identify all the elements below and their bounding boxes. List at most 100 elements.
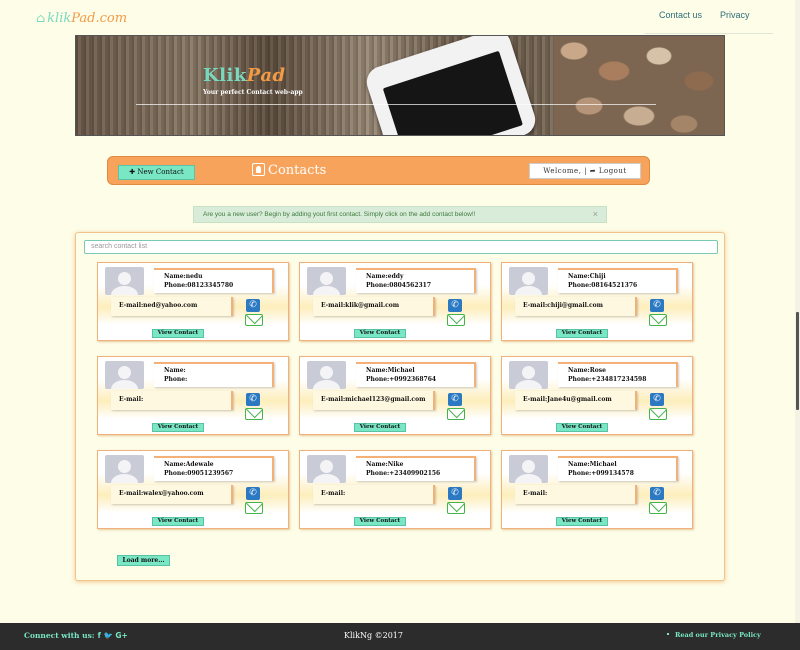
brand-text-b: Pad.com	[71, 11, 128, 26]
phone-icon[interactable]: ✆	[650, 487, 664, 500]
avatar	[307, 267, 346, 295]
contacts-panel: search contact list Name:nedu Phone:08123…	[75, 232, 725, 581]
contact-email: E-mail:chiji@gmail.com	[515, 297, 637, 316]
contact-card: Name: Phone: E-mail: ✆ View Contact	[97, 356, 289, 435]
contact-email: E-mail:Jane4u@gmail.com	[515, 391, 637, 410]
mail-icon[interactable]	[447, 314, 465, 326]
contact-email: E-mail:klik@gmail.com	[313, 297, 435, 316]
contact-phone: Phone:+099134578	[568, 470, 634, 477]
contact-email: E-mail:	[111, 391, 233, 410]
view-contact-button[interactable]: View Contact	[354, 329, 406, 338]
mail-icon[interactable]	[447, 502, 465, 514]
avatar	[307, 361, 346, 389]
search-input[interactable]: search contact list	[84, 240, 718, 254]
contact-phone: Phone:+234817234598	[568, 376, 647, 383]
brand-text-a: klik	[47, 11, 72, 26]
bullet-icon	[667, 633, 669, 635]
contact-book-icon	[252, 163, 265, 176]
contact-info: Name:Adewale Phone:09051239567	[154, 456, 274, 481]
view-contact-button[interactable]: View Contact	[152, 517, 204, 526]
scrollbar-thumb[interactable]	[796, 312, 799, 410]
contact-card: Name:Rose Phone:+234817234598 E-mail:Jane4…	[501, 356, 693, 435]
phone-icon[interactable]: ✆	[448, 393, 462, 406]
view-contact-button[interactable]: View Contact	[556, 329, 608, 338]
contact-email: E-mail:michael123@gmail.com	[313, 391, 435, 410]
avatar	[105, 361, 144, 389]
pebbles-background	[554, 36, 724, 135]
contact-info: Name:Rose Phone:+234817234598	[558, 362, 678, 387]
contact-name: Name:eddy	[366, 273, 404, 280]
avatar	[509, 455, 548, 483]
contact-name: Name:Michael	[366, 367, 415, 374]
new-user-alert: Are you a new user? Begin by adding yout…	[193, 206, 607, 223]
privacy-policy-link[interactable]: Read our Privacy Policy	[667, 631, 761, 639]
mail-icon[interactable]	[649, 314, 667, 326]
avatar	[307, 455, 346, 483]
mail-icon[interactable]	[447, 408, 465, 420]
alert-close-icon[interactable]: ×	[593, 207, 598, 222]
phone-icon[interactable]: ✆	[246, 299, 260, 312]
contact-phone: Phone:09051239567	[164, 470, 234, 477]
contact-info: Name:nedu Phone:08123345780	[154, 268, 274, 293]
hero-title: KlikPad	[203, 65, 286, 86]
contact-name: Name:nedu	[164, 273, 203, 280]
contact-name: Name:Chiji	[568, 273, 606, 280]
privacy-link[interactable]: Privacy	[720, 10, 750, 20]
phone-icon[interactable]: ✆	[448, 487, 462, 500]
contact-phone: Phone:08123345780	[164, 282, 234, 289]
contact-email: E-mail:ned@yahoo.com	[111, 297, 233, 316]
phone-icon[interactable]: ✆	[246, 487, 260, 500]
phone-icon[interactable]: ✆	[650, 299, 664, 312]
phone-icon[interactable]: ✆	[246, 393, 260, 406]
copyright-text: KlikNg ©2017	[344, 631, 403, 640]
mail-icon[interactable]	[649, 408, 667, 420]
scrollbar[interactable]	[795, 0, 800, 623]
contact-card: Name:Nike Phone:+23409902156 E-mail: ✆ View …	[299, 450, 491, 529]
contact-email: E-mail:	[313, 485, 435, 504]
mail-icon[interactable]	[245, 408, 263, 420]
contact-info: Name: Phone:	[154, 362, 274, 387]
contact-name: Name:Michael	[568, 461, 617, 468]
contact-info: Name:Michael Phone:+0992368764	[356, 362, 476, 387]
contact-card: Name:Chiji Phone:08164521376 E-mail:chiji@…	[501, 262, 693, 341]
contact-name: Name:Adewale	[164, 461, 214, 468]
mail-icon[interactable]	[245, 502, 263, 514]
contact-card: Name:Michael Phone:+0992368764 E-mail:mich…	[299, 356, 491, 435]
contact-phone: Phone:0804562317	[366, 282, 432, 289]
hero-banner: KlikPad Your perfect Contact web-app	[75, 35, 725, 136]
view-contact-button[interactable]: View Contact	[354, 423, 406, 432]
hero-divider	[136, 104, 656, 105]
contacts-title: Contacts	[252, 163, 326, 178]
contact-us-link[interactable]: Contact us	[659, 10, 702, 20]
brand-logo[interactable]: ⌂ klikPad.com	[36, 11, 127, 26]
contacts-header-bar: ✚ New Contact Contacts Welcome, | ➦ Logo…	[107, 156, 650, 185]
contact-info: Name:Chiji Phone:08164521376	[558, 268, 678, 293]
contact-card: Name:nedu Phone:08123345780 E-mail:ned@yah…	[97, 262, 289, 341]
load-more-button[interactable]: Load more...	[117, 555, 170, 566]
contact-phone: Phone:	[164, 376, 188, 383]
contact-phone: Phone:08164521376	[568, 282, 638, 289]
contact-info: Name:eddy Phone:0804562317	[356, 268, 476, 293]
mail-icon[interactable]	[245, 314, 263, 326]
contact-card: Name:eddy Phone:0804562317 E-mail:klik@gma…	[299, 262, 491, 341]
avatar	[105, 455, 144, 483]
view-contact-button[interactable]: View Contact	[556, 423, 608, 432]
new-contact-button[interactable]: ✚ New Contact	[118, 165, 195, 180]
contact-phone: Phone:+0992368764	[366, 376, 437, 383]
contact-name: Name:	[164, 367, 186, 374]
phone-icon[interactable]: ✆	[448, 299, 462, 312]
contact-email: E-mail:walex@yahoo.com	[111, 485, 233, 504]
phone-icon[interactable]: ✆	[650, 393, 664, 406]
welcome-logout-button[interactable]: Welcome, | ➦ Logout	[529, 163, 641, 179]
mail-icon[interactable]	[649, 502, 667, 514]
contact-info: Name:Nike Phone:+23409902156	[356, 456, 476, 481]
social-icons[interactable]: f 🐦 G+	[98, 631, 128, 640]
connect-with-us: Connect with us: f 🐦 G+	[24, 631, 128, 640]
view-contact-button[interactable]: View Contact	[152, 423, 204, 432]
view-contact-button[interactable]: View Contact	[152, 329, 204, 338]
view-contact-button[interactable]: View Contact	[556, 517, 608, 526]
view-contact-button[interactable]: View Contact	[354, 517, 406, 526]
contact-email: E-mail:	[515, 485, 637, 504]
hero-tagline: Your perfect Contact web-app	[203, 89, 303, 96]
contact-name: Name:Nike	[366, 461, 404, 468]
